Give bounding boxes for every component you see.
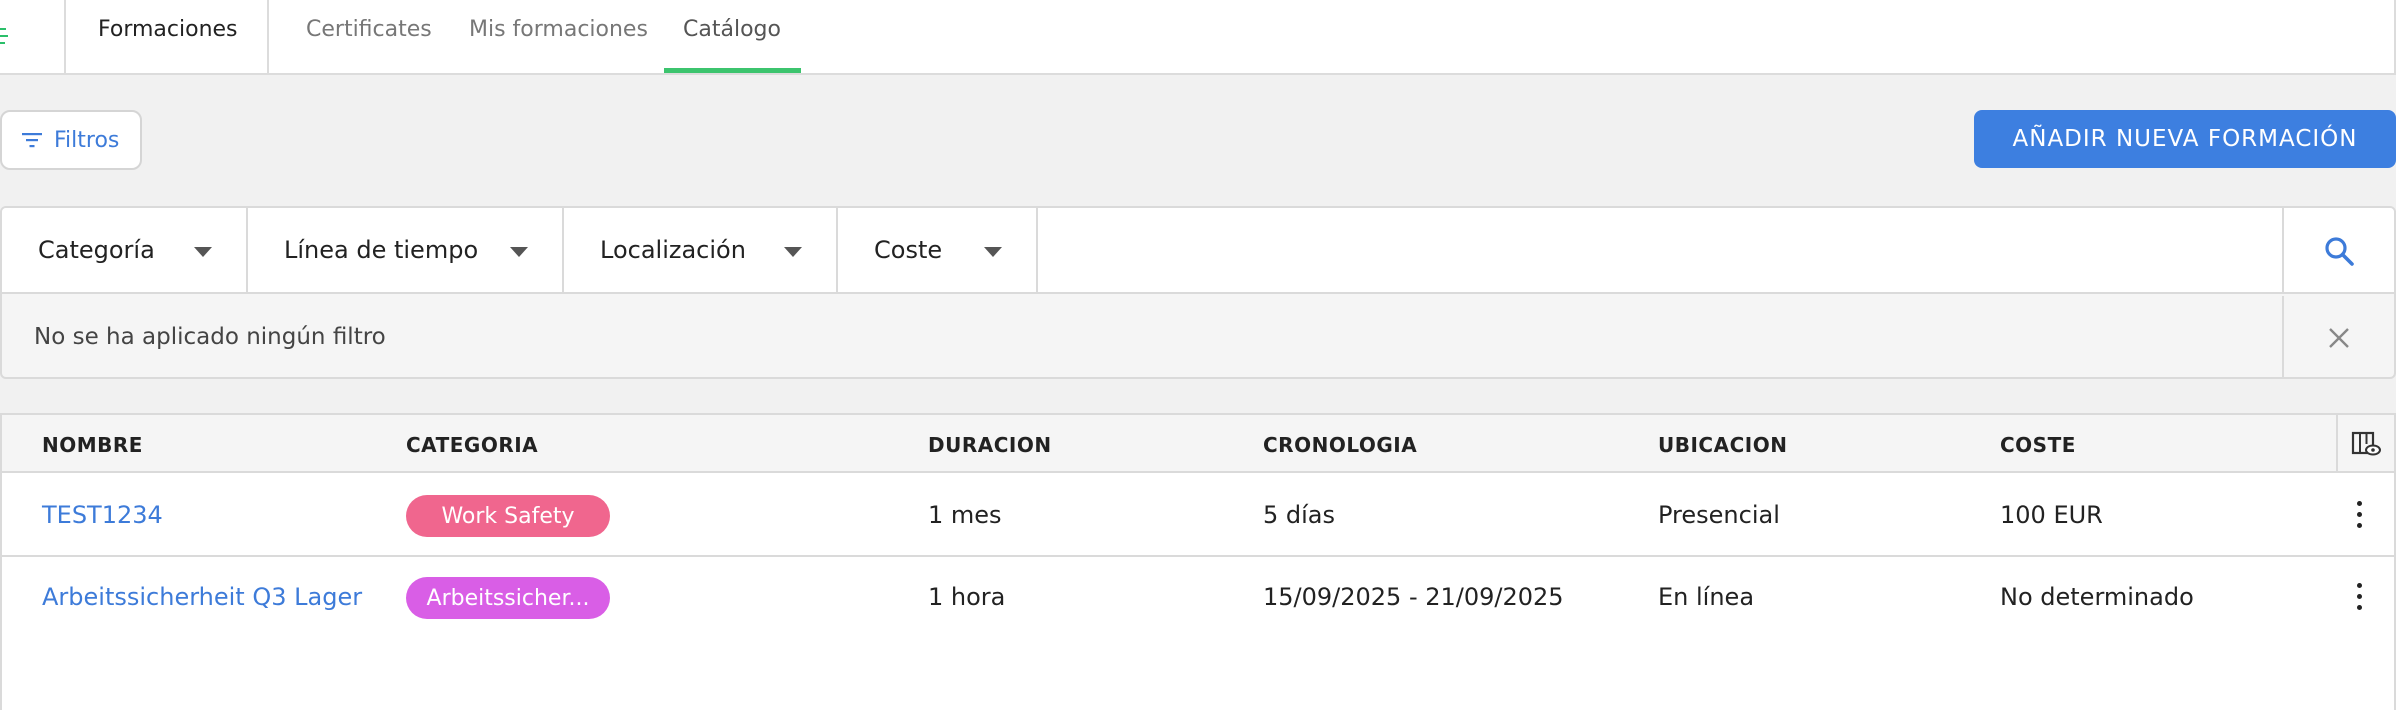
add-training-button[interactable]: AÑADIR NUEVA FORMACIÓN bbox=[1974, 110, 2396, 168]
trainings-table: NOMBRE CATEGORIA DURACION CRONOLOGIA UBI… bbox=[0, 413, 2396, 710]
column-header-categoria[interactable]: CATEGORIA bbox=[406, 433, 538, 457]
applied-filters-text: No se ha aplicado ningún filtro bbox=[34, 324, 386, 350]
filters-button-label: Filtros bbox=[54, 127, 120, 153]
location-dropdown-label: Localización bbox=[600, 236, 746, 264]
column-header-coste[interactable]: COSTE bbox=[2000, 433, 2076, 457]
caret-down-icon bbox=[784, 247, 802, 257]
search-input[interactable] bbox=[1040, 210, 2280, 290]
search-button[interactable] bbox=[2282, 208, 2394, 294]
applied-filters-row: No se ha aplicado ningún filtro bbox=[2, 296, 2394, 377]
location-cell: En línea bbox=[1658, 583, 1755, 611]
tab-catalogo[interactable]: Catálogo bbox=[683, 0, 781, 73]
location-dropdown[interactable]: Localización bbox=[564, 208, 838, 294]
caret-down-icon bbox=[984, 247, 1002, 257]
column-visibility-icon bbox=[2351, 431, 2381, 456]
cost-cell: 100 EUR bbox=[2000, 501, 2103, 529]
table-header: NOMBRE CATEGORIA DURACION CRONOLOGIA UBI… bbox=[2, 415, 2394, 473]
filter-row: Categoría Línea de tiempo Localización C… bbox=[2, 208, 2394, 294]
column-visibility-button[interactable] bbox=[2336, 415, 2394, 473]
training-name-link[interactable]: TEST1234 bbox=[42, 501, 163, 529]
duration-cell: 1 hora bbox=[928, 583, 1006, 611]
duration-cell: 1 mes bbox=[928, 501, 1002, 529]
table-row[interactable]: Arbeitssicherheit Q3 Lager Arbeitssicher… bbox=[2, 557, 2394, 639]
column-header-nombre[interactable]: NOMBRE bbox=[42, 433, 143, 457]
caret-down-icon bbox=[510, 247, 528, 257]
filters-button[interactable]: Filtros bbox=[0, 110, 142, 170]
column-header-cronologia[interactable]: CRONOLOGIA bbox=[1263, 433, 1417, 457]
table-row[interactable]: TEST1234 Work Safety 1 mes 5 días Presen… bbox=[2, 475, 2394, 557]
column-header-duracion[interactable]: DURACION bbox=[928, 433, 1052, 457]
cost-dropdown-label: Coste bbox=[874, 236, 943, 264]
timeline-dropdown-label: Línea de tiempo bbox=[284, 236, 479, 264]
category-badge: Work Safety bbox=[406, 495, 610, 537]
category-dropdown-label: Categoría bbox=[38, 236, 155, 264]
menu-icon[interactable] bbox=[0, 26, 8, 48]
top-nav: Formaciones Certificates Mis formaciones… bbox=[0, 0, 2396, 75]
caret-down-icon bbox=[194, 247, 212, 257]
timeline-cell: 5 días bbox=[1263, 501, 1336, 529]
tab-certificates[interactable]: Certificates bbox=[306, 0, 432, 73]
active-tab-indicator bbox=[664, 68, 801, 73]
row-actions-icon[interactable] bbox=[2354, 583, 2364, 611]
filter-panel: Categoría Línea de tiempo Localización C… bbox=[0, 206, 2396, 379]
filter-icon bbox=[22, 133, 42, 148]
close-icon bbox=[2329, 327, 2349, 348]
clear-filters-button[interactable] bbox=[2282, 296, 2394, 377]
location-cell: Presencial bbox=[1658, 501, 1780, 529]
timeline-cell: 15/09/2025 - 21/09/2025 bbox=[1263, 583, 1564, 611]
category-badge: Arbeitssicher... bbox=[406, 577, 610, 619]
divider bbox=[267, 0, 269, 73]
column-header-ubicacion[interactable]: UBICACION bbox=[1658, 433, 1787, 457]
section-title: Formaciones bbox=[98, 17, 238, 42]
category-dropdown[interactable]: Categoría bbox=[2, 208, 248, 294]
timeline-dropdown[interactable]: Línea de tiempo bbox=[248, 208, 564, 294]
training-name-link[interactable]: Arbeitssicherheit Q3 Lager bbox=[42, 583, 362, 611]
row-actions-icon[interactable] bbox=[2354, 501, 2364, 529]
search-icon bbox=[2325, 237, 2354, 266]
tab-mis-formaciones[interactable]: Mis formaciones bbox=[469, 0, 648, 73]
cost-cell: No determinado bbox=[2000, 583, 2194, 611]
cost-dropdown[interactable]: Coste bbox=[838, 208, 1038, 294]
